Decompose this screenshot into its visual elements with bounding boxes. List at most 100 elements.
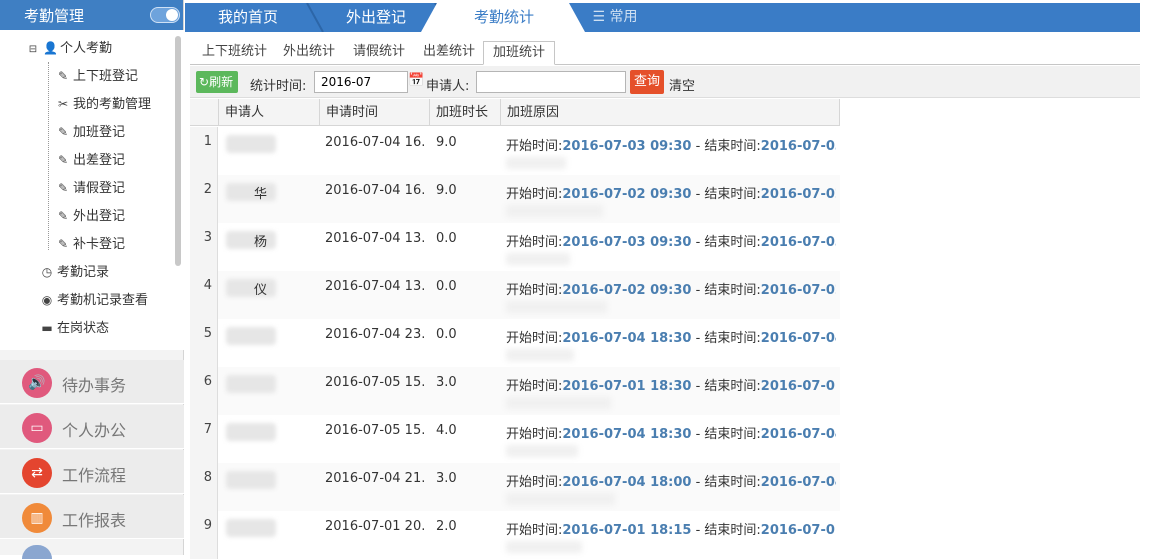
- tree-scrollbar[interactable]: [175, 36, 181, 266]
- module-workflow[interactable]: ⇄ 工作流程: [0, 450, 184, 494]
- tree-group-on-duty[interactable]: ▬ 在岗状态: [40, 317, 109, 339]
- subtab-leave-stats[interactable]: 请假统计: [344, 41, 414, 65]
- calendar-icon[interactable]: 📅: [408, 73, 424, 88]
- period-label: 统计时间:: [250, 79, 307, 94]
- table-row[interactable]: 4 仪 2016-07-04 13... 0.0 开始时间:2016-07-02 09:…: [190, 271, 840, 319]
- redacted-reason: [506, 493, 615, 505]
- table-row[interactable]: 9 2016-07-01 20... 2.0 开始时间:2016-07-01 18:1…: [190, 511, 840, 559]
- cell-hours: 3.0: [436, 471, 457, 486]
- end-time: 2016-07-04 ...: [760, 331, 836, 346]
- tab-going-out[interactable]: 外出登记: [321, 3, 431, 32]
- row-number: 8: [190, 463, 218, 511]
- start-time: 2016-07-04 18:30: [562, 427, 692, 442]
- filter-toolbar: ↻刷新 统计时间: 📅 申请人: 查询 清空: [190, 66, 1140, 98]
- edit-icon: ✎: [57, 181, 69, 195]
- tab-attendance-stats[interactable]: 考勤统计: [447, 3, 561, 32]
- start-time: 2016-07-02 09:30: [562, 187, 692, 202]
- tree-item-label: 我的考勤管理: [73, 97, 152, 112]
- speaker-icon: 🔊: [22, 368, 52, 398]
- tree-item-going-out[interactable]: ✎ 外出登记: [56, 205, 125, 227]
- sidebar-title: 考勤管理: [24, 7, 85, 25]
- subtab-going-out-stats[interactable]: 外出统计: [274, 41, 344, 65]
- module-reports[interactable]: ▥ 工作报表: [0, 495, 184, 539]
- tools-icon: ✂: [57, 97, 69, 111]
- end-time: 2016-07-01 ...: [760, 523, 836, 538]
- tree-group-label: 考勤记录: [57, 265, 110, 280]
- refresh-button[interactable]: ↻刷新: [196, 71, 238, 93]
- col-applicant[interactable]: 申请人: [218, 99, 319, 126]
- tree-group-machine-records[interactable]: ◉ 考勤机记录查看: [40, 289, 148, 311]
- row-number: 3: [190, 223, 218, 271]
- tree-item-overtime[interactable]: ✎ 加班登记: [56, 121, 125, 143]
- redacted-name: [226, 423, 276, 441]
- cell-reason: 开始时间:2016-07-01 18:15 - 结束时间:2016-07-01 …: [506, 519, 836, 538]
- clear-button[interactable]: 清空: [669, 75, 695, 94]
- table-row[interactable]: 5 2016-07-04 23... 0.0 开始时间:2016-07-04 18:3…: [190, 319, 840, 367]
- collapse-icon[interactable]: ⊟: [26, 39, 40, 61]
- cell-hours: 0.0: [436, 327, 457, 342]
- table-row[interactable]: 8 2016-07-04 21... 3.0 开始时间:2016-07-04 18:0…: [190, 463, 840, 511]
- sub-tab-bar: 上下班统计 外出统计 请假统计 出差统计 加班统计: [190, 38, 1140, 65]
- tree-item-leave[interactable]: ✎ 请假登记: [56, 177, 125, 199]
- cell-apply-time: 2016-07-05 15...: [325, 375, 425, 390]
- end-label: - 结束时间:: [691, 523, 761, 538]
- end-label: - 结束时间:: [691, 331, 761, 346]
- table-row[interactable]: 1 2016-07-04 16... 9.0 开始时间:2016-07-03 09:3…: [190, 127, 840, 175]
- table-row[interactable]: 7 2016-07-05 15... 4.0 开始时间:2016-07-04 18:3…: [190, 415, 840, 463]
- sidebar-toggle[interactable]: [150, 7, 180, 23]
- edit-icon: ✎: [57, 69, 69, 83]
- end-label: - 结束时间:: [691, 475, 761, 490]
- start-time: 2016-07-02 09:30: [562, 283, 692, 298]
- redacted-name: [226, 519, 276, 537]
- end-label: - 结束时间:: [691, 187, 761, 202]
- tree-group-label: 在岗状态: [57, 321, 110, 336]
- col-overtime-reason[interactable]: 加班原因: [500, 99, 840, 126]
- cell-reason: 开始时间:2016-07-03 09:30 - 结束时间:2016-07-03 …: [506, 135, 836, 154]
- card-icon: ▭: [22, 413, 52, 443]
- tree-item-label: 加班登记: [73, 125, 126, 140]
- start-label: 开始时间:: [506, 139, 563, 154]
- tree-item-makeup-card[interactable]: ✎ 补卡登记: [56, 233, 125, 255]
- redacted-name: [226, 135, 276, 153]
- edit-icon: ✎: [57, 125, 69, 139]
- cell-apply-time: 2016-07-04 23...: [325, 327, 425, 342]
- start-label: 开始时间:: [506, 379, 563, 394]
- start-time: 2016-07-04 18:00: [562, 475, 692, 490]
- cell-apply-time: 2016-07-04 21...: [325, 471, 425, 486]
- end-time: 2016-07-04 ...: [760, 427, 836, 442]
- col-apply-time[interactable]: 申请时间: [319, 99, 429, 126]
- cell-apply-time: 2016-07-05 15...: [325, 423, 425, 438]
- top-tab-bar: 我的首页 外出登记 考勤统计 ☰ 常用: [185, 3, 1140, 32]
- table-row[interactable]: 6 2016-07-05 15... 3.0 开始时间:2016-07-01 18:3…: [190, 367, 840, 415]
- applicant-input[interactable]: [476, 71, 626, 93]
- subtab-overtime-stats[interactable]: 加班统计: [483, 41, 556, 65]
- cell-apply-time: 2016-07-01 20...: [325, 519, 425, 534]
- tree-group-records[interactable]: ◷ 考勤记录: [40, 261, 109, 283]
- cell-hours: 0.0: [436, 231, 457, 246]
- cell-hours: 3.0: [436, 375, 457, 390]
- module-personal-office[interactable]: ▭ 个人办公: [0, 405, 184, 449]
- period-input[interactable]: [314, 71, 408, 93]
- col-overtime-hours[interactable]: 加班时长: [429, 99, 500, 126]
- subtab-checkin-stats[interactable]: 上下班统计: [193, 41, 276, 65]
- table-row[interactable]: 2 华 2016-07-04 16... 9.0 开始时间:2016-07-02 09:…: [190, 175, 840, 223]
- row-number: 5: [190, 319, 218, 367]
- tree-item-label: 补卡登记: [73, 237, 126, 252]
- module-todo[interactable]: 🔊 待办事务: [0, 360, 184, 404]
- module-label: 工作报表: [62, 511, 127, 530]
- tree-item-my-attendance[interactable]: ✂ 我的考勤管理: [56, 93, 151, 115]
- tab-home[interactable]: 我的首页: [193, 3, 303, 32]
- tab-common[interactable]: ☰ 常用: [585, 3, 645, 32]
- subtab-trip-stats[interactable]: 出差统计: [414, 41, 484, 65]
- sidebar-header: 考勤管理: [0, 0, 183, 30]
- tree-item-checkin[interactable]: ✎ 上下班登记: [56, 65, 138, 87]
- flow-icon: ⇄: [22, 458, 52, 488]
- end-time: 2016-07-01 ...: [760, 379, 836, 394]
- end-label: - 结束时间:: [691, 283, 761, 298]
- tree-item-business-trip[interactable]: ✎ 出差登记: [56, 149, 125, 171]
- tree-root-personal-attendance[interactable]: ⊟ 👤 个人考勤: [26, 37, 112, 59]
- table-row[interactable]: 3 杨 2016-07-04 13... 0.0 开始时间:2016-07-03 09:…: [190, 223, 840, 271]
- query-button[interactable]: 查询: [630, 70, 664, 94]
- edit-icon: ✎: [57, 153, 69, 167]
- redacted-name: [226, 375, 276, 393]
